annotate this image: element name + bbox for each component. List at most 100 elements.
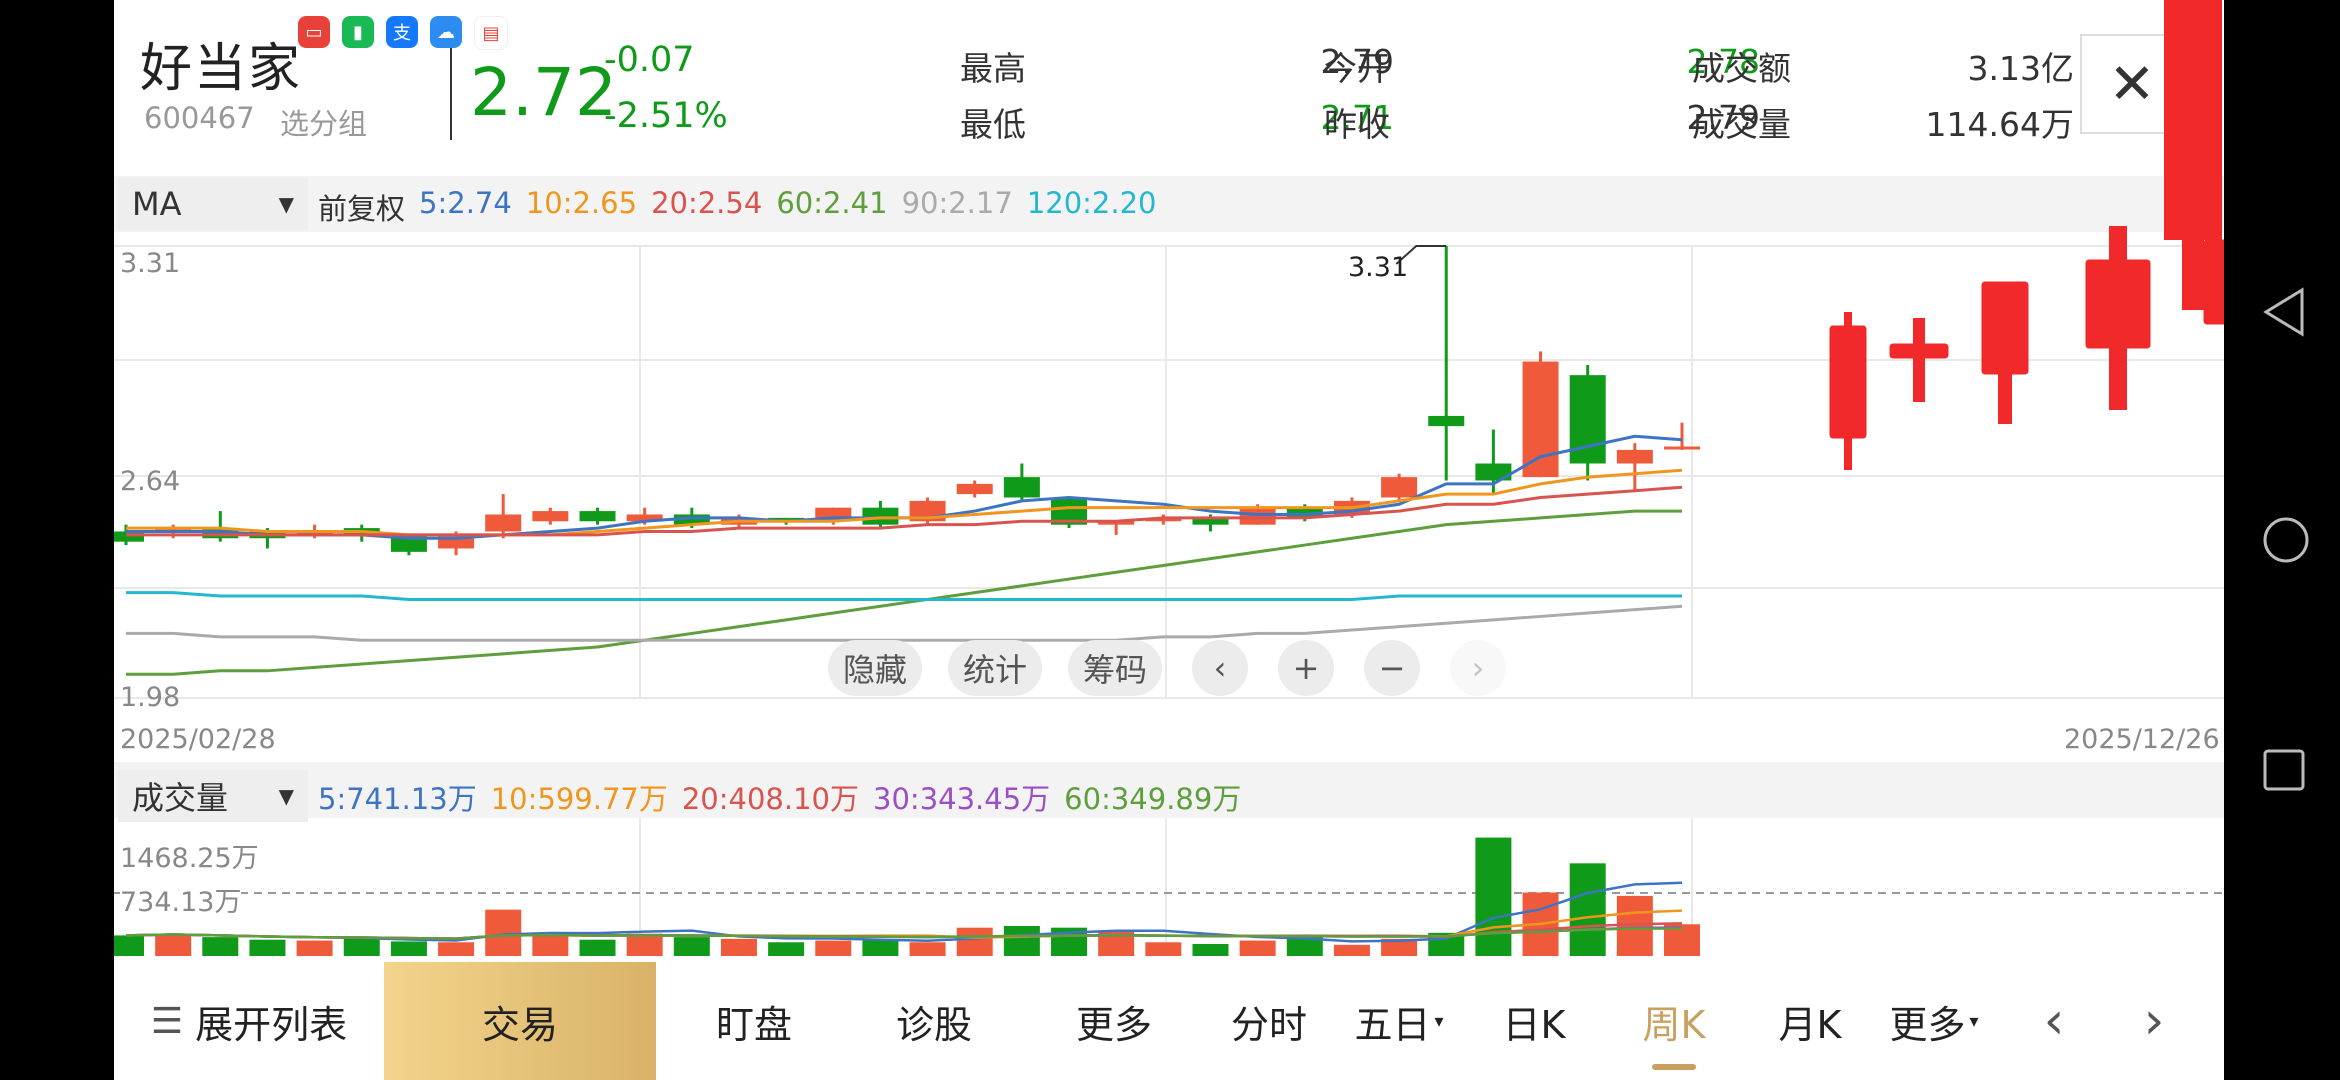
five-day-label: 五日 xyxy=(1354,1002,1431,1047)
volume-ma-item: 20:408.10万 xyxy=(681,782,860,816)
volume-bar xyxy=(673,937,710,956)
volume-bar xyxy=(1192,943,1229,956)
nav-back-button[interactable] xyxy=(2262,286,2306,342)
price-axis-mid: 2.64 xyxy=(120,466,181,497)
candle-body xyxy=(862,507,899,525)
ma-item: 20:2.54 xyxy=(651,186,763,220)
candle-body xyxy=(1381,477,1418,498)
volume-bar xyxy=(815,940,852,956)
tab-more[interactable]: 更多 xyxy=(1034,962,1194,1080)
ma-line xyxy=(126,434,1683,540)
tab-diagnose[interactable]: 诊股 xyxy=(854,962,1014,1080)
high-label: 最高 xyxy=(960,49,1026,88)
volume-bar xyxy=(343,938,380,956)
stock-app: 好当家 600467 选分组 ▭ ▮ 支 ☁ ▤ 2.72 -0.07 -2.5… xyxy=(114,0,2224,1080)
tab-watch[interactable]: 盯盘 xyxy=(674,962,834,1080)
chevron-right-icon: › xyxy=(1471,649,1485,687)
volume-selector[interactable]: 成交量 ▼ xyxy=(118,770,308,822)
volume-bar xyxy=(114,935,144,956)
stock-code: 600467 xyxy=(144,101,255,135)
expand-list-button[interactable]: ☰ 展开列表 xyxy=(114,962,384,1080)
zoom-in-button[interactable]: + xyxy=(1278,640,1334,696)
tab-scroll-left[interactable]: ‹ xyxy=(2014,962,2094,1080)
expand-list-label: 展开列表 xyxy=(195,1002,348,1047)
ma-item: 10:2.65 xyxy=(525,186,638,220)
ma-selector-label: MA xyxy=(132,185,182,223)
caret-down-icon: ▾ xyxy=(1434,1010,1444,1032)
chart-prev-button[interactable]: ‹ xyxy=(1192,640,1248,696)
chevron-right-icon: › xyxy=(2143,991,2165,1051)
stock-name: 好当家 xyxy=(140,39,303,99)
candle-body xyxy=(485,514,522,532)
volume-bar xyxy=(956,927,993,956)
candle-body xyxy=(956,483,993,495)
volume-bar xyxy=(1145,942,1182,956)
caret-down-icon: ▾ xyxy=(1969,1010,1979,1032)
volume-bar xyxy=(202,937,239,956)
tab-intraday[interactable]: 分时 xyxy=(1204,962,1334,1080)
nav-home-button[interactable] xyxy=(2262,516,2310,568)
price-change-pct: -2.51% xyxy=(604,96,728,136)
ma-item: 5:2.74 xyxy=(419,186,512,220)
low-label: 最低 xyxy=(960,105,1026,144)
volume-chart[interactable] xyxy=(114,818,2224,958)
tab-more-k[interactable]: 更多 ▾ xyxy=(1874,962,1994,1080)
overlay-red-candles xyxy=(1829,226,2224,470)
volume-bar xyxy=(1003,925,1040,956)
ma-item: 60:2.41 xyxy=(776,186,888,220)
candle-body xyxy=(114,531,144,542)
nav-recents-button[interactable] xyxy=(2262,748,2306,796)
weather-app-icon: ☁ xyxy=(430,16,462,48)
volume-bar xyxy=(1569,863,1606,956)
volume-bar xyxy=(626,933,663,956)
tab-five-day[interactable]: 五日 ▾ xyxy=(1334,962,1464,1080)
stats-button[interactable]: 统计 xyxy=(948,640,1042,696)
current-price: 2.72 xyxy=(470,54,617,131)
minus-icon: − xyxy=(1378,649,1406,687)
zoom-out-button[interactable]: − xyxy=(1364,640,1420,696)
volume-bar xyxy=(1616,895,1653,956)
volume-bar xyxy=(768,942,805,956)
home-circle-icon xyxy=(2263,517,2309,563)
trade-button[interactable]: 交易 xyxy=(384,962,656,1080)
volume-ma-item: 30:343.45万 xyxy=(873,782,1051,816)
candle-body xyxy=(1239,507,1276,525)
volume-bar xyxy=(155,933,192,956)
ma-line xyxy=(126,591,1682,601)
ma-item: 120:2.20 xyxy=(1026,186,1157,220)
volume-bar xyxy=(1239,940,1276,956)
header-divider xyxy=(450,48,452,140)
tab-month-k[interactable]: 月K xyxy=(1750,962,1870,1080)
volume-bar xyxy=(249,939,286,956)
tab-scroll-right[interactable]: › xyxy=(2114,962,2194,1080)
candle-body xyxy=(1428,415,1465,427)
select-group-button[interactable]: 选分组 xyxy=(280,101,367,143)
price-axis-bottom: 1.98 xyxy=(120,682,181,713)
date-end: 2025/12/26 xyxy=(2064,724,2220,755)
chart-next-button[interactable]: › xyxy=(1450,640,1506,696)
date-start: 2025/02/28 xyxy=(120,724,276,755)
volume-bar xyxy=(438,942,475,956)
peak-label: 3.31 xyxy=(1348,252,1409,283)
hide-button[interactable]: 隐藏 xyxy=(828,640,922,696)
tab-week-k[interactable]: 周K xyxy=(1614,962,1734,1080)
volume-legend: 5:741.13万 10:599.77万 20:408.10万 30:343.4… xyxy=(318,776,1241,818)
candle-body xyxy=(579,511,616,522)
price-axis-top: 3.31 xyxy=(120,248,181,279)
volume-bar xyxy=(485,909,522,956)
alipay-app-icon: 支 xyxy=(386,16,418,48)
volume-bar xyxy=(862,939,899,956)
calendar-app-icon: ▤ xyxy=(474,16,508,50)
volume-axis-top: 1468.25万 xyxy=(120,843,259,874)
adjust-label[interactable]: 前复权 xyxy=(318,186,405,228)
ma-selector[interactable]: MA ▼ xyxy=(118,178,308,230)
battery-app-icon: ▮ xyxy=(342,16,374,48)
chevron-left-icon: ‹ xyxy=(1213,649,1227,687)
tab-day-k[interactable]: 日K xyxy=(1474,962,1594,1080)
volume-ma-item: 10:599.77万 xyxy=(490,782,668,816)
plus-icon: + xyxy=(1292,649,1320,687)
volume-ma-line xyxy=(125,881,1683,943)
ma-line xyxy=(126,604,1683,642)
chips-button[interactable]: 筹码 xyxy=(1068,640,1162,696)
chevron-down-icon: ▼ xyxy=(278,784,294,808)
